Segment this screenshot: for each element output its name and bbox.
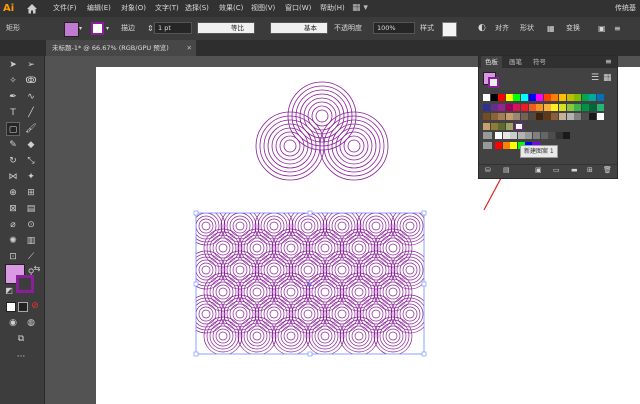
new-swatch-icon[interactable]: ⊞: [587, 166, 593, 174]
new-group-icon[interactable]: ▬: [571, 166, 578, 174]
swatch[interactable]: [510, 132, 518, 139]
swatch[interactable]: [505, 113, 513, 120]
swatch[interactable]: [505, 122, 513, 130]
swatch[interactable]: [548, 132, 556, 139]
swatch[interactable]: [513, 113, 521, 120]
swatch[interactable]: [528, 103, 536, 111]
swatch[interactable]: [543, 103, 551, 111]
swatch[interactable]: [498, 94, 506, 101]
swatch[interactable]: [581, 103, 589, 111]
swatch[interactable]: [528, 94, 536, 101]
color-group-folder-icon[interactable]: [483, 141, 492, 149]
swatch[interactable]: [517, 132, 525, 139]
pattern-rectangle[interactable]: [187, 207, 429, 355]
swatch[interactable]: [483, 113, 490, 120]
swatch[interactable]: [495, 132, 502, 139]
panel-stroke-box[interactable]: [488, 77, 499, 88]
grid-view-icon[interactable]: ▦: [603, 73, 612, 83]
swatch[interactable]: [597, 103, 604, 111]
swatch[interactable]: [513, 94, 521, 101]
swatch-library-icon[interactable]: ⛁: [485, 166, 491, 174]
swatch[interactable]: [528, 113, 536, 120]
swatch[interactable]: [551, 103, 559, 111]
swatch[interactable]: [581, 113, 589, 120]
swatch[interactable]: [498, 113, 506, 120]
swatch[interactable]: [581, 94, 589, 101]
swatch[interactable]: [525, 132, 533, 139]
swatch[interactable]: [589, 113, 597, 120]
tab-swatches[interactable]: 色板: [481, 56, 502, 68]
swatch[interactable]: [521, 113, 528, 120]
color-group-folder-icon[interactable]: [483, 132, 492, 139]
panel-footer: ⛁ ▤ ▣ ▭ ▬ ⊞ 🗑: [479, 164, 617, 179]
swatch[interactable]: [559, 113, 566, 120]
swatch[interactable]: [543, 94, 551, 101]
swatch[interactable]: [490, 122, 498, 130]
delete-icon[interactable]: 🗑: [603, 166, 612, 174]
swatch[interactable]: [502, 132, 510, 139]
swatch[interactable]: [495, 141, 502, 149]
panel-menu-icon[interactable]: ≡: [605, 56, 612, 68]
swatch[interactable]: [483, 122, 490, 130]
swatch[interactable]: [483, 103, 490, 111]
swatch[interactable]: [533, 132, 540, 139]
swatch[interactable]: [502, 141, 510, 149]
swatch[interactable]: [589, 94, 597, 101]
swatch[interactable]: [574, 94, 582, 101]
swatch[interactable]: [559, 103, 566, 111]
swatch[interactable]: [536, 103, 544, 111]
swatch[interactable]: [513, 103, 521, 111]
swatch[interactable]: [574, 103, 582, 111]
swatch[interactable]: [521, 103, 528, 111]
swatch[interactable]: [536, 113, 544, 120]
swatch[interactable]: [490, 103, 498, 111]
swatch[interactable]: [597, 94, 604, 101]
swatch[interactable]: [505, 94, 513, 101]
swatch[interactable]: [559, 94, 566, 101]
swatch[interactable]: [566, 103, 574, 111]
swatch[interactable]: [597, 113, 604, 120]
swatch[interactable]: [521, 94, 528, 101]
swatch[interactable]: [498, 103, 506, 111]
tab-brushes[interactable]: 画笔: [505, 56, 526, 68]
spiral-motif[interactable]: [255, 81, 389, 181]
swatch[interactable]: [551, 94, 559, 101]
tab-symbols[interactable]: 符号: [529, 56, 550, 68]
swatch[interactable]: [498, 122, 506, 130]
list-view-icon[interactable]: ☰: [591, 73, 599, 83]
swatch[interactable]: [490, 113, 498, 120]
swatch[interactable]: [510, 141, 518, 149]
swatch[interactable]: [490, 94, 498, 101]
swatch[interactable]: [589, 103, 597, 111]
swatch[interactable]: [540, 132, 548, 139]
swatch[interactable]: [574, 113, 582, 120]
pattern-swatch[interactable]: [515, 122, 523, 131]
color-group-icon[interactable]: ▭: [553, 166, 560, 174]
swatch[interactable]: [536, 94, 544, 101]
swatch-options-icon[interactable]: ▣: [535, 166, 542, 174]
swatch[interactable]: [551, 113, 559, 120]
swatch[interactable]: [563, 132, 571, 139]
swatches-panel: 色板 画笔 符号 ≡ ☰ ▦ ⛁ ▤ ▣ ▭ ▬ ⊞ 🗑: [478, 55, 618, 179]
swatch[interactable]: [543, 113, 551, 120]
show-kinds-icon[interactable]: ▤: [503, 166, 510, 174]
swatch[interactable]: [483, 94, 490, 101]
swatch[interactable]: [505, 103, 513, 111]
swatch[interactable]: [566, 113, 574, 120]
swatch-tooltip: 新建图案 1: [520, 145, 558, 158]
swatch[interactable]: [566, 94, 574, 101]
swatch[interactable]: [555, 132, 563, 139]
